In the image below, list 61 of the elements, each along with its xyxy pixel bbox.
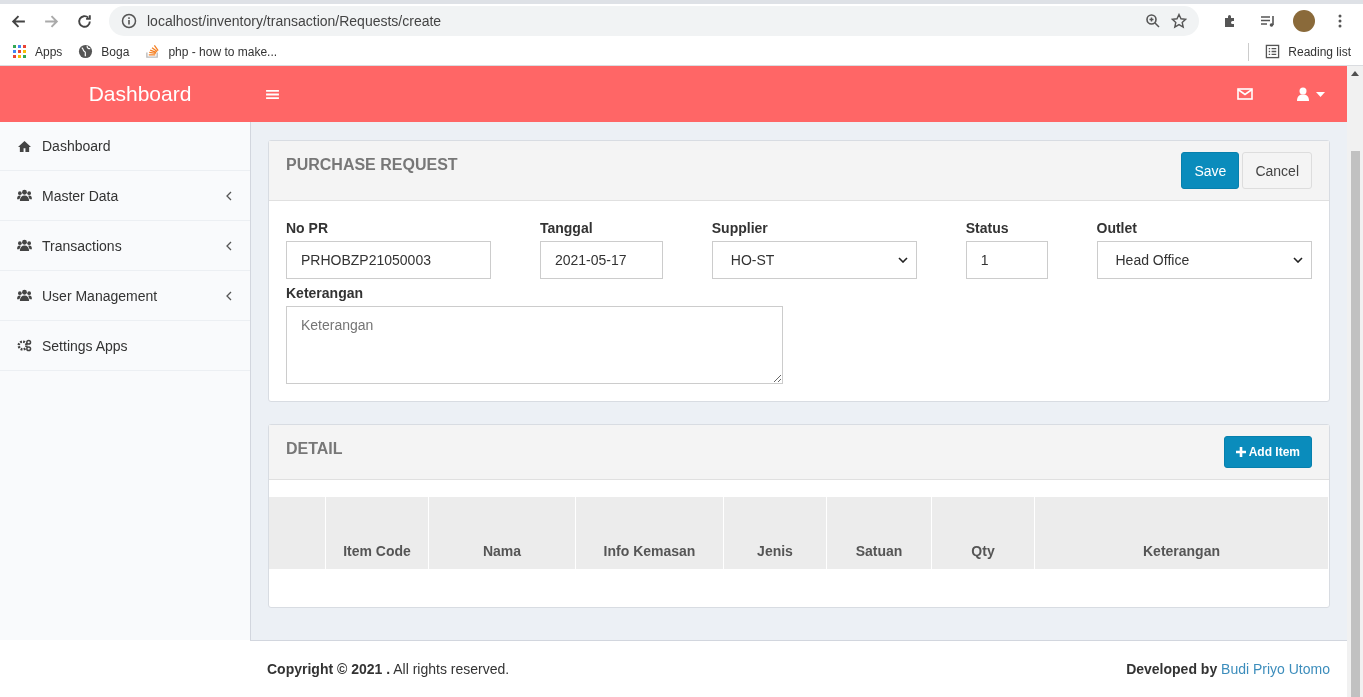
save-button[interactable]: Save	[1181, 152, 1240, 189]
apps-grid-icon	[12, 44, 27, 59]
select-field[interactable]: HO-ST	[711, 241, 917, 279]
cancel-button[interactable]: Cancel	[1242, 152, 1312, 189]
scroll-up-icon[interactable]	[1351, 71, 1359, 76]
column-header: Nama	[482, 543, 522, 559]
star-icon[interactable]	[1171, 13, 1187, 29]
notes-field[interactable]: Keterangan	[286, 306, 783, 384]
column-header: Satuan	[855, 543, 903, 559]
gears-icon	[17, 339, 32, 352]
bookmark[interactable]: php - how to make...	[145, 44, 278, 59]
info-icon[interactable]	[121, 13, 137, 29]
author-link[interactable]: Budi Priyo Utomo	[1221, 661, 1330, 677]
credit-text: Developed by Budi Priyo Utomo	[1126, 661, 1330, 677]
playlist-icon[interactable]	[1260, 13, 1276, 29]
sidebar-item[interactable]: User Management	[0, 271, 250, 321]
address-bar[interactable]: localhost/inventory/transaction/Requests/create	[109, 6, 1199, 36]
scrollbar[interactable]	[1347, 66, 1363, 697]
bookmark[interactable]: Boga	[78, 44, 130, 59]
stack-icon	[145, 44, 161, 59]
input-field[interactable]: 2021-05-17	[539, 241, 664, 279]
column-header: Qty	[971, 543, 995, 559]
field-label: Outlet	[1096, 220, 1138, 236]
home-icon	[17, 139, 32, 153]
globe-icon	[78, 44, 94, 59]
chevron-down-icon	[897, 257, 908, 263]
add-item-button[interactable]: Add Item	[1223, 436, 1312, 468]
column-header: Jenis	[757, 543, 793, 559]
copyright-text: Copyright © 2021 . All rights reserved.	[267, 661, 510, 677]
menu-icon[interactable]	[266, 88, 279, 100]
chevron-down-icon	[1292, 257, 1303, 263]
reading-list-button[interactable]: Reading list	[1265, 44, 1351, 59]
bookmark[interactable]: Apps	[12, 44, 63, 59]
sidebar-item[interactable]: Master Data	[0, 171, 250, 221]
column-header: Item Code	[343, 543, 411, 559]
field-label: Tanggal	[539, 220, 594, 236]
user-menu-icon[interactable]	[1295, 87, 1327, 101]
sidebar-item[interactable]: Transactions	[0, 221, 250, 271]
plus-icon	[1235, 447, 1246, 457]
sidebar-item[interactable]: Settings Apps	[0, 321, 250, 371]
sidebar-item[interactable]: Dashboard	[0, 122, 250, 171]
column-header: Keterangan	[1143, 543, 1220, 559]
select-field[interactable]: Head Office	[1096, 241, 1312, 279]
users-icon	[17, 289, 32, 302]
avatar[interactable]	[1293, 10, 1315, 32]
column-header: Info Kemasan	[603, 543, 696, 559]
mail-icon[interactable]	[1237, 88, 1253, 100]
card-title: DETAIL	[286, 439, 344, 458]
list-icon	[1265, 44, 1281, 59]
field-label: No PR	[286, 220, 329, 236]
card-title: PURCHASE REQUEST	[286, 155, 459, 174]
input-field[interactable]: PRHOBZP21050003	[286, 241, 492, 279]
field-label: Keterangan	[286, 285, 365, 301]
input-field[interactable]: 1	[965, 241, 1048, 279]
field-label: Supplier	[711, 220, 769, 236]
url-text: localhost/inventory/transaction/Requests/create	[147, 13, 442, 29]
users-icon	[17, 239, 32, 252]
field-label: Status	[965, 220, 1010, 236]
zoom-icon[interactable]	[1145, 13, 1161, 29]
reload-icon[interactable]	[76, 12, 93, 30]
users-icon	[17, 189, 32, 202]
